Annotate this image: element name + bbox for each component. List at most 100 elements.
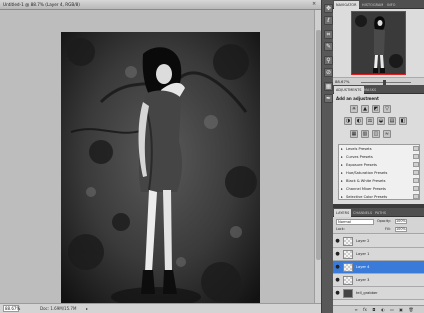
adjustment-presets-list: ▸ Levels Presets ▸ Curves Presets ▸ Exposur… — [338, 144, 420, 200]
opacity-input[interactable]: 100% — [395, 219, 407, 224]
layers-panel: LAYERS CHANNELS PATHS Normal Opacity: 10… — [333, 208, 424, 313]
preset-hue-saturation[interactable]: ▸ Hue/Saturation Presets — [339, 169, 421, 177]
zoom-slider[interactable] — [361, 82, 411, 83]
trash-icon[interactable]: 🗑 — [408, 307, 414, 312]
eye-icon[interactable]: ● — [334, 290, 341, 297]
posterize-icon[interactable]: ▥ — [361, 130, 369, 138]
layer-name: Layer 4 — [356, 265, 370, 269]
preset-icon — [413, 194, 419, 199]
photo-artwork — [61, 32, 260, 310]
tab-layers[interactable]: LAYERS — [334, 209, 352, 217]
layer-row[interactable]: ● tell_grabber — [333, 287, 424, 300]
layers-options: Normal Opacity: 100% Lock: Fill: 100% — [333, 217, 424, 234]
layer-thumbnail — [343, 276, 353, 285]
brush-icon[interactable]: ✎ — [324, 42, 333, 51]
gradient-map-icon[interactable]: ≈ — [383, 130, 391, 138]
levels-icon[interactable]: ▲ — [361, 105, 369, 113]
preset-black-white[interactable]: ▸ Black & White Presets — [339, 177, 421, 185]
new-layer-icon[interactable]: ▣ — [398, 307, 404, 312]
preset-channel-mixer[interactable]: ▸ Channel Mixer Presets — [339, 185, 421, 193]
tab-navigator[interactable]: NAVIGATOR — [334, 1, 359, 9]
layer-thumbnail — [343, 263, 353, 272]
preset-icon — [413, 178, 419, 183]
status-bar: 88.67% Doc: 1.69M/15.7M ▸ — [0, 303, 321, 313]
vibrance-icon[interactable]: ◑ — [344, 117, 352, 125]
document-tab[interactable]: Untitled-1 @ 88.7% (Layer 4, RGB/8) × — [0, 0, 321, 10]
preset-curves[interactable]: ▸ Curves Presets — [339, 153, 421, 161]
layer-row[interactable]: ● Layer 2 — [333, 235, 424, 248]
fx-icon[interactable]: fx — [362, 307, 368, 312]
black-white-icon[interactable]: ◒ — [377, 117, 385, 125]
adjustment-icon[interactable]: ◐ — [380, 307, 386, 312]
eye-icon[interactable]: ● — [334, 238, 341, 245]
brightness-icon[interactable]: ☀ — [350, 105, 358, 113]
doc-size: Doc: 1.69M/15.7M — [40, 306, 77, 311]
fill-label: Fill: — [385, 227, 391, 231]
preset-levels[interactable]: ▸ Levels Presets — [339, 145, 421, 153]
document-title: Untitled-1 @ 88.7% (Layer 4, RGB/8) — [3, 2, 80, 7]
navigator-tabs: NAVIGATOR HISTOGRAM INFO — [333, 0, 424, 9]
eye-icon[interactable]: ● — [334, 277, 341, 284]
curves-icon[interactable]: ◩ — [372, 105, 380, 113]
blend-mode-select[interactable]: Normal — [336, 219, 374, 225]
adjustments-tabs: ADJUSTMENTS MASKS — [333, 85, 424, 94]
layer-thumbnail — [343, 237, 353, 246]
layers-tabs: LAYERS CHANNELS PATHS — [333, 208, 424, 217]
layer-thumbnail — [343, 289, 353, 298]
fill-input[interactable]: 100% — [395, 227, 407, 232]
clone-stamp-icon[interactable]: ⚲ — [324, 56, 333, 65]
preset-icon — [413, 146, 419, 151]
color-balance-icon[interactable]: ⚖ — [366, 117, 374, 125]
preset-icon — [413, 162, 419, 167]
adjustments-title: Add an adjustment — [336, 96, 379, 101]
hue-saturation-icon[interactable]: ◐ — [355, 117, 363, 125]
mask-icon[interactable]: ◘ — [371, 307, 377, 312]
group-icon[interactable]: ▭ — [389, 307, 395, 312]
preset-exposure[interactable]: ▸ Exposure Presets — [339, 161, 421, 169]
panel-icon-dock: ✥ ℓ ⌗ ✎ ⚲ ⊘ ▦ ✒ — [321, 0, 333, 313]
link-icon[interactable]: ∞ — [353, 307, 359, 312]
invert-icon[interactable]: ▦ — [350, 130, 358, 138]
crop-icon[interactable]: ⌗ — [324, 30, 333, 39]
tab-masks[interactable]: MASKS — [362, 86, 378, 94]
tab-paths[interactable]: PATHS — [373, 209, 388, 217]
preset-selective-color[interactable]: ▸ Selective Color Presets — [339, 193, 421, 201]
navigator-view-frame[interactable] — [351, 11, 406, 75]
layer-row[interactable]: ● Layer 3 — [333, 274, 424, 287]
layer-row[interactable]: ● Layer 1 — [333, 248, 424, 261]
move-icon[interactable]: ✥ — [324, 4, 333, 13]
eraser-icon[interactable]: ⊘ — [324, 68, 333, 77]
layers-footer: ∞ fx ◘ ◐ ▭ ▣ 🗑 — [333, 305, 424, 313]
navigator-zoom-bar: 88.67% — [333, 77, 424, 85]
panels-column: NAVIGATOR HISTOGRAM INFO 88.67% ADJUSTME… — [333, 0, 424, 313]
gradient-icon[interactable]: ▦ — [324, 82, 333, 91]
preset-icon — [413, 170, 419, 175]
exposure-icon[interactable]: ▽ — [383, 105, 391, 113]
tab-histogram[interactable]: HISTOGRAM — [360, 1, 385, 9]
threshold-icon[interactable]: ◫ — [372, 130, 380, 138]
tab-channels[interactable]: CHANNELS — [351, 209, 374, 217]
photo-filter-icon[interactable]: ▤ — [388, 117, 396, 125]
close-icon[interactable]: × — [312, 1, 316, 8]
tab-adjustments[interactable]: ADJUSTMENTS — [334, 86, 364, 94]
preset-icon — [413, 154, 419, 159]
navigator-preview[interactable] — [351, 11, 406, 75]
pen-icon[interactable]: ✒ — [324, 94, 333, 103]
layer-row-selected[interactable]: ● Layer 4 — [333, 261, 424, 274]
lasso-icon[interactable]: ℓ — [324, 16, 333, 25]
preset-icon — [413, 186, 419, 191]
status-menu-arrow-icon[interactable]: ▸ — [86, 306, 88, 312]
eye-icon[interactable]: ● — [334, 251, 341, 258]
tab-info[interactable]: INFO — [385, 1, 398, 9]
zoom-field[interactable]: 88.67% — [3, 305, 20, 312]
document-window: Untitled-1 @ 88.7% (Layer 4, RGB/8) × 88… — [0, 0, 321, 313]
layer-name: Layer 3 — [356, 278, 370, 282]
channel-mixer-icon[interactable]: ◧ — [399, 117, 407, 125]
vertical-scrollbar[interactable] — [314, 10, 321, 303]
adjustments-panel: ADJUSTMENTS MASKS Add an adjustment ☀ ▲ … — [333, 85, 424, 205]
canvas-image[interactable] — [61, 32, 260, 310]
navigator-panel: NAVIGATOR HISTOGRAM INFO 88.67% — [333, 0, 424, 85]
layer-thumbnail — [343, 250, 353, 259]
eye-icon[interactable]: ● — [334, 264, 341, 271]
lock-label: Lock: — [336, 227, 345, 231]
